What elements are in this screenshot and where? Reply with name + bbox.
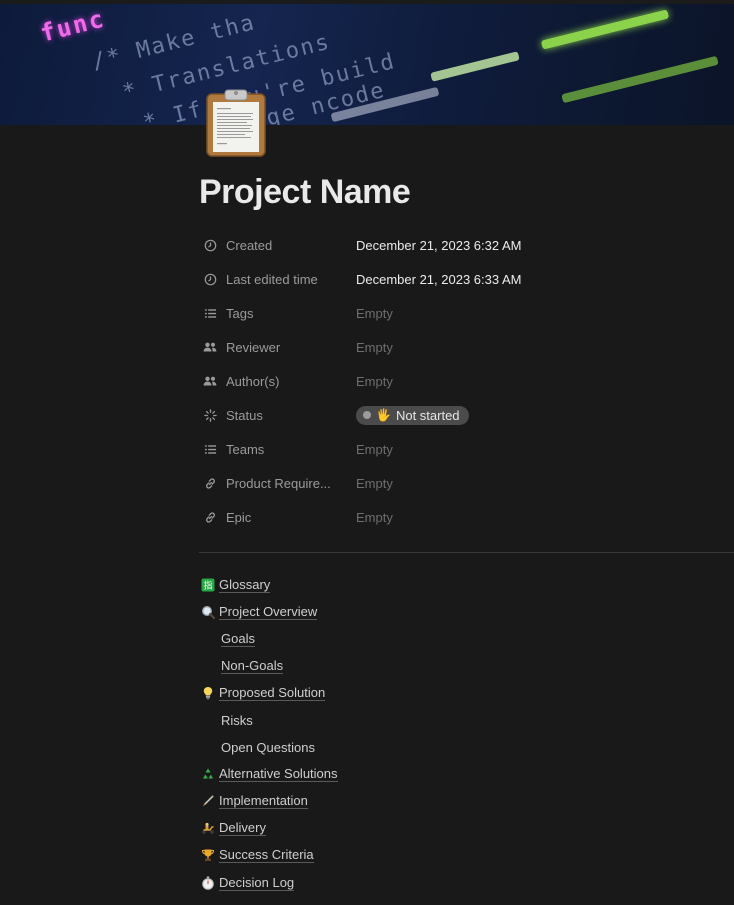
property-label: Author(s) xyxy=(199,374,356,389)
toc-link[interactable]: Decision Log xyxy=(219,875,295,891)
link-icon xyxy=(203,476,217,490)
delivery-scooter-icon xyxy=(199,820,216,836)
property-value[interactable]: Empty xyxy=(356,442,393,457)
property-row-authors[interactable]: Author(s) Empty xyxy=(199,364,719,398)
property-value[interactable]: December 21, 2023 6:32 AM xyxy=(356,238,522,253)
status-dot-icon xyxy=(363,411,371,419)
recycle-icon xyxy=(199,766,216,782)
cover-top-border xyxy=(0,0,734,4)
toc-link[interactable]: Success Criteria xyxy=(219,847,314,864)
svg-text:指: 指 xyxy=(203,579,212,591)
raised-hand-icon: 🖐 xyxy=(376,408,391,422)
toc-item-success-criteria[interactable]: Success Criteria xyxy=(199,842,599,869)
property-row-epic[interactable]: Epic Empty xyxy=(199,500,719,534)
glossary-emoji-icon: 指 xyxy=(199,577,216,593)
toc-item-alternative-solutions[interactable]: Alternative Solutions xyxy=(199,761,599,788)
property-value[interactable]: December 21, 2023 6:33 AM xyxy=(356,272,522,287)
light-bulb-icon xyxy=(199,685,216,701)
property-row-last-edited[interactable]: Last edited time December 21, 2023 6:33 … xyxy=(199,262,719,296)
toc-item-open-questions[interactable]: Open Questions xyxy=(199,734,599,761)
property-name: Author(s) xyxy=(226,373,280,389)
people-icon xyxy=(203,374,217,388)
property-row-tags[interactable]: Tags Empty xyxy=(199,296,719,330)
toc-link[interactable]: Alternative Solutions xyxy=(219,766,338,783)
property-value[interactable]: Empty xyxy=(356,340,393,355)
toc-link[interactable]: Goals xyxy=(221,631,255,647)
property-value[interactable]: Empty xyxy=(356,476,393,491)
property-label: Reviewer xyxy=(199,340,356,355)
status-badge[interactable]: 🖐 Not started xyxy=(356,405,469,425)
divider xyxy=(199,552,734,553)
clock-icon xyxy=(203,238,217,252)
toc-link[interactable]: Delivery xyxy=(219,820,266,837)
property-row-reviewer[interactable]: Reviewer Empty xyxy=(199,330,719,364)
property-name: Reviewer xyxy=(226,339,281,355)
list-icon xyxy=(203,306,217,320)
toc-link[interactable]: Non-Goals xyxy=(221,658,284,674)
property-value[interactable]: Empty xyxy=(356,510,393,525)
clock-icon xyxy=(203,272,217,286)
toc-item-project-overview[interactable]: Project Overview xyxy=(199,598,599,625)
properties-panel: Created December 21, 2023 6:32 AM Last e… xyxy=(199,228,719,534)
magnifying-glass-icon xyxy=(199,604,216,620)
property-label: Last edited time xyxy=(199,272,356,287)
toc-item-non-goals[interactable]: Non-Goals xyxy=(199,652,599,679)
property-label: Tags xyxy=(199,306,356,321)
toc-link[interactable]: Glossary xyxy=(219,577,271,593)
property-name: Last edited time xyxy=(226,271,318,287)
clipboard-icon[interactable] xyxy=(205,88,267,158)
pen-icon xyxy=(199,793,216,809)
cover-code-highlight xyxy=(540,9,670,50)
page-cover-image[interactable]: func /* Make tha * Translations * If you… xyxy=(0,0,734,125)
property-name: Product Require... xyxy=(226,475,331,491)
property-name: Tags xyxy=(226,305,254,321)
property-row-status[interactable]: Status 🖐 Not started xyxy=(199,398,719,432)
property-name: Teams xyxy=(226,441,265,457)
toc-item-implementation[interactable]: Implementation xyxy=(199,788,599,815)
property-label: Created xyxy=(199,238,356,253)
toc-link[interactable]: Open Questions xyxy=(221,740,315,755)
toc-item-glossary[interactable]: 指 Glossary xyxy=(199,571,599,598)
property-value[interactable]: 🖐 Not started xyxy=(356,405,469,425)
page-title[interactable]: Project Name xyxy=(199,173,411,212)
property-name: Epic xyxy=(226,509,252,525)
toc-item-delivery[interactable]: Delivery xyxy=(199,815,599,842)
property-value[interactable]: Empty xyxy=(356,306,393,321)
cover-code-highlight xyxy=(561,55,719,104)
link-icon xyxy=(203,510,217,524)
cover-code-highlight xyxy=(430,51,520,82)
toc-item-proposed-solution[interactable]: Proposed Solution xyxy=(199,679,599,706)
property-row-product-requirements[interactable]: Product Require... Empty xyxy=(199,466,719,500)
list-icon xyxy=(203,442,217,456)
toc-link[interactable]: Implementation xyxy=(219,793,308,810)
property-label: Teams xyxy=(199,442,356,457)
status-label: Not started xyxy=(395,407,460,423)
property-name: Created xyxy=(226,237,273,253)
stopwatch-icon xyxy=(199,875,216,891)
property-value[interactable]: Empty xyxy=(356,374,393,389)
toc-link[interactable]: Project Overview xyxy=(219,604,318,620)
toc-item-goals[interactable]: Goals xyxy=(199,625,599,652)
cover-code-text: func xyxy=(37,4,109,48)
toc-link[interactable]: Risks xyxy=(221,713,253,728)
people-icon xyxy=(203,340,217,354)
table-of-contents: 指 Glossary Project Overview Goals Non-Go… xyxy=(199,571,599,896)
property-label: Product Require... xyxy=(199,476,356,491)
property-label: Epic xyxy=(199,510,356,525)
property-label: Status xyxy=(199,408,356,423)
status-loader-icon xyxy=(203,408,217,422)
property-name: Status xyxy=(226,407,263,423)
toc-item-decision-log[interactable]: Decision Log xyxy=(199,869,599,896)
property-row-teams[interactable]: Teams Empty xyxy=(199,432,719,466)
toc-item-risks[interactable]: Risks xyxy=(199,706,599,733)
toc-link[interactable]: Proposed Solution xyxy=(219,685,326,701)
property-row-created[interactable]: Created December 21, 2023 6:32 AM xyxy=(199,228,719,262)
trophy-icon xyxy=(199,847,216,863)
